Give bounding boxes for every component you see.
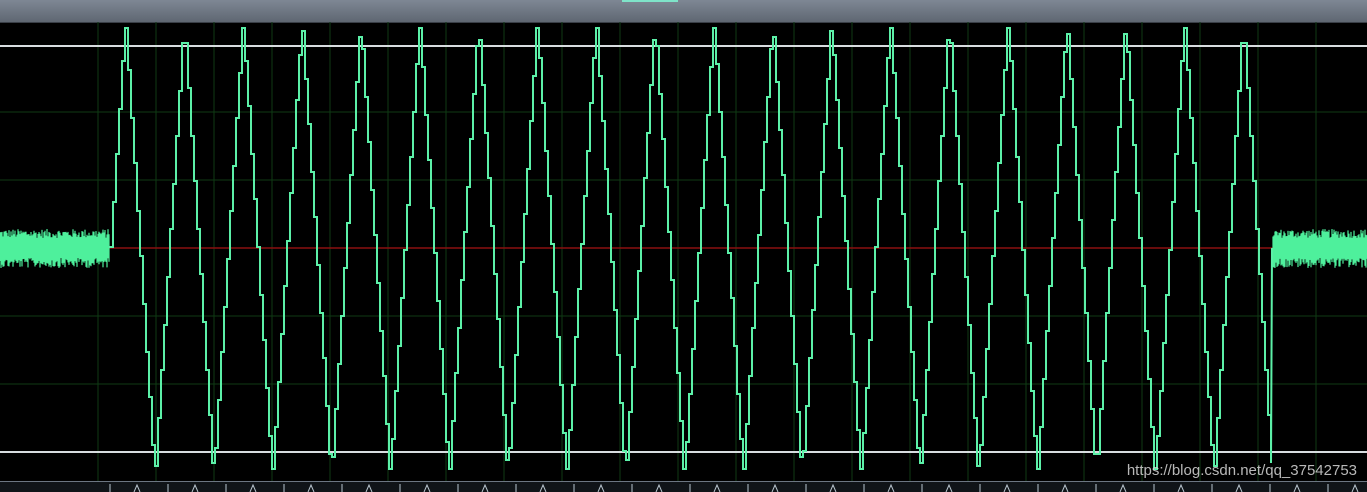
playhead-indicator (622, 0, 678, 2)
waveform-panel (0, 22, 1367, 484)
trailing-noise-floor (1272, 229, 1367, 268)
bottom-time-ruler (0, 481, 1367, 492)
leading-noise-floor (0, 229, 110, 268)
watermark-url: https://blog.csdn.net/qq_37542753 (1126, 462, 1357, 479)
timeline-header-bar (0, 0, 1367, 23)
grid-lines (0, 22, 1367, 484)
